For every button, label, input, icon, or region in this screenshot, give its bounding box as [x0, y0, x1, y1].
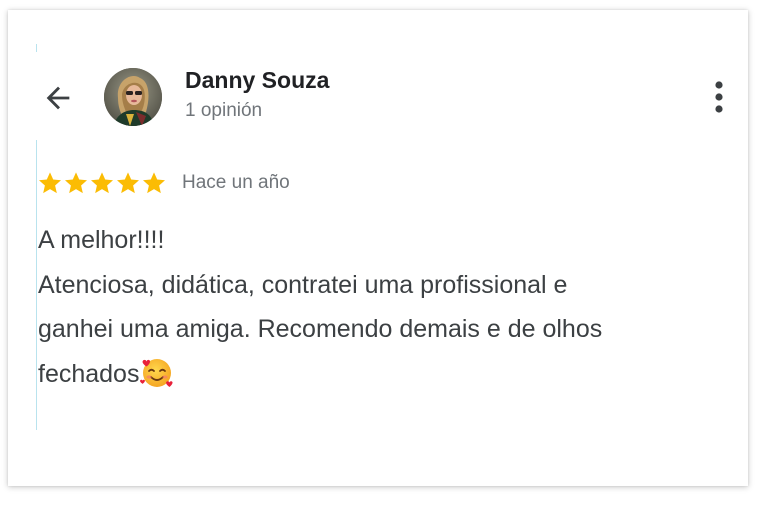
rating-row: Hace un año: [37, 168, 290, 198]
more-options-button[interactable]: [704, 76, 734, 118]
smiling-face-with-hearts-icon: [140, 358, 174, 387]
author-review-count: 1 opinión: [185, 100, 263, 121]
avatar-photo: [104, 68, 162, 126]
author-name[interactable]: Danny Souza: [185, 67, 329, 94]
star-icon: [117, 172, 139, 194]
review-line: A melhor!!!!: [38, 226, 165, 254]
back-button[interactable]: [38, 78, 78, 118]
review-date: Hace un año: [182, 172, 290, 193]
star-icon: [91, 172, 113, 194]
more-vert-icon: [715, 81, 723, 113]
review-line: Atenciosa, didática, contratei uma profi…: [38, 270, 568, 299]
review-line: fechados: [38, 352, 738, 397]
avatar[interactable]: [104, 68, 162, 126]
review-card: Danny Souza 1 opinión Hace un año A melh…: [8, 10, 748, 486]
guide-line: [36, 44, 37, 52]
star-icon: [65, 172, 87, 194]
star-rating: [37, 170, 167, 196]
star-icon: [39, 172, 61, 194]
review-line: ganhei uma amiga. Recomendo demais e de …: [38, 315, 603, 343]
review-line-text: fechados: [38, 359, 140, 388]
arrow-left-icon: [46, 86, 70, 110]
review-text: A melhor!!!! Atenciosa, didática, contra…: [38, 218, 738, 396]
star-icon: [143, 172, 165, 194]
